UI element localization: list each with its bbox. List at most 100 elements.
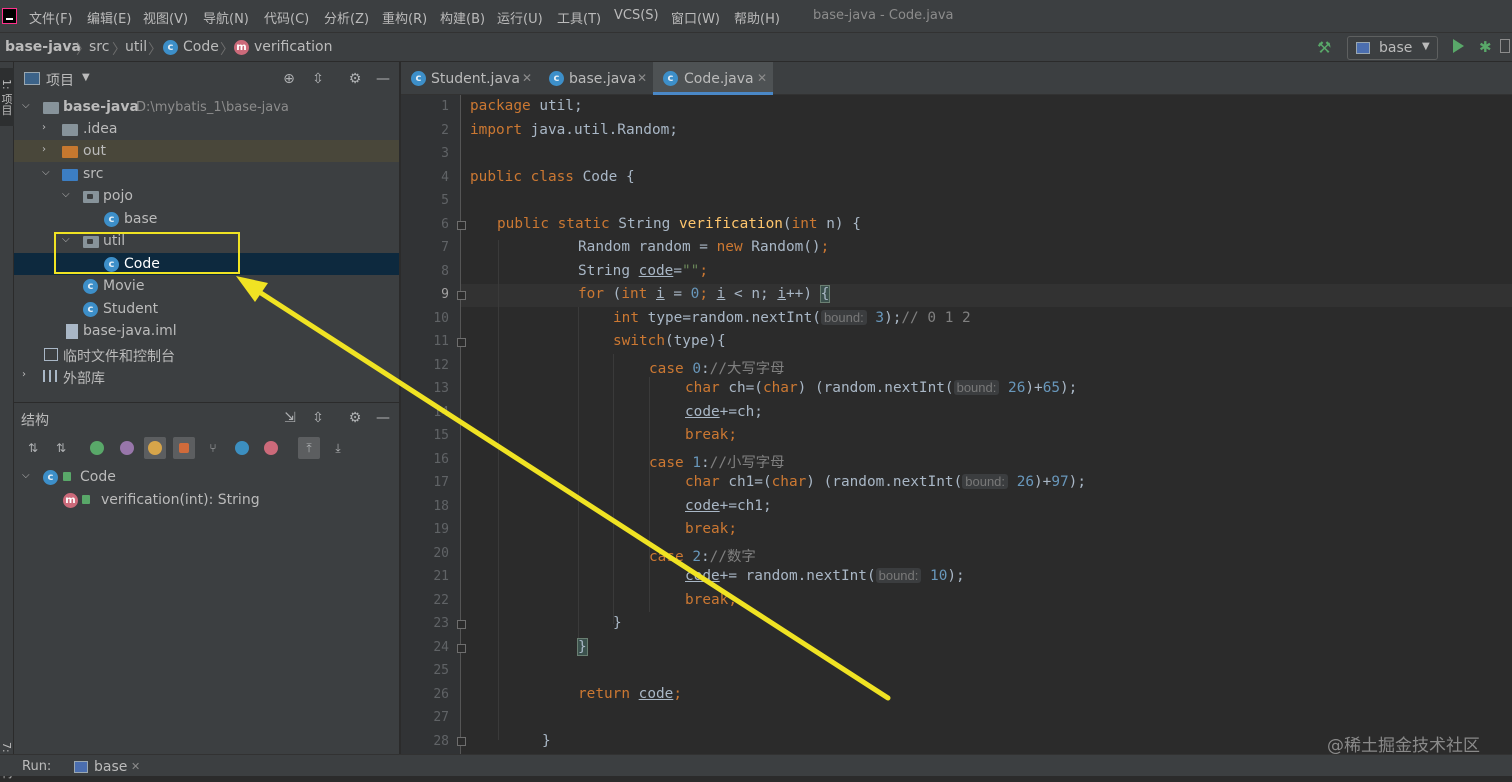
- menu-refactor[interactable]: 重构(R): [382, 8, 427, 27]
- tree-item-scratches[interactable]: 临时文件和控制台: [14, 343, 399, 365]
- menu-analyze[interactable]: 分析(Z): [324, 8, 369, 27]
- hide-panel-icon[interactable]: —: [375, 410, 391, 426]
- chevron-down-icon[interactable]: ⌵: [62, 189, 72, 200]
- indent-guide: [578, 307, 579, 647]
- fold-marker-icon[interactable]: [457, 620, 466, 629]
- run-configuration-select[interactable]: base ▼: [1347, 36, 1438, 60]
- gear-icon[interactable]: ⚙: [347, 71, 363, 87]
- code-token: public class: [470, 169, 574, 185]
- tab-code-java[interactable]: c Code.java ✕: [653, 62, 773, 95]
- code-token: code: [685, 404, 720, 420]
- breadcrumb-project[interactable]: base-java: [5, 39, 81, 55]
- autoscroll-from-source-icon[interactable]: ⤓: [327, 437, 349, 459]
- fold-marker-icon[interactable]: [457, 338, 466, 347]
- close-icon[interactable]: ✕: [637, 71, 647, 85]
- close-icon[interactable]: ✕: [757, 71, 767, 85]
- code-token: ) (random.nextInt(: [797, 380, 954, 396]
- code-token: );: [1060, 380, 1078, 396]
- code-editor[interactable]: 1 2 3 4 5 6 7 8 9 10 11 12 13 14 15 16 1…: [401, 95, 1512, 754]
- code-line-24: }: [577, 638, 588, 656]
- show-hierarchy-icon[interactable]: ⑂: [202, 437, 224, 459]
- code-token: char: [685, 380, 720, 396]
- debug-bug-icon[interactable]: ✱: [1479, 38, 1492, 56]
- tree-item-src[interactable]: ⌵ src: [14, 163, 399, 185]
- sort-by-visibility-icon[interactable]: ⇅: [22, 437, 44, 459]
- tree-item-iml[interactable]: base-java.iml: [14, 320, 399, 342]
- menu-run[interactable]: 运行(U): [497, 8, 543, 27]
- build-hammer-icon[interactable]: ⚒: [1317, 38, 1335, 57]
- fold-marker-icon[interactable]: [457, 291, 466, 300]
- fold-marker-icon[interactable]: [457, 737, 466, 746]
- structure-method-node[interactable]: m verification(int): String: [14, 489, 399, 511]
- chevron-down-icon[interactable]: ⌵: [22, 100, 32, 111]
- line-number: 11: [433, 334, 449, 349]
- run-tool-bar: Run: base ✕: [0, 754, 1512, 776]
- chevron-down-icon[interactable]: ⌵: [42, 167, 52, 178]
- run-play-icon[interactable]: [1453, 39, 1464, 53]
- project-panel-title[interactable]: 项目: [46, 70, 74, 90]
- tree-item-student[interactable]: c Student: [14, 298, 399, 320]
- code-line-23: }: [613, 615, 622, 631]
- menu-navigate[interactable]: 导航(N): [203, 8, 249, 27]
- code-line-6: public static String verification(int n)…: [497, 216, 861, 232]
- structure-class-node[interactable]: ⌵ c Code: [14, 466, 399, 488]
- tab-student-java[interactable]: c Student.java ✕: [401, 62, 539, 95]
- collapse-all-icon[interactable]: ⇳: [310, 71, 326, 87]
- show-fields-icon[interactable]: [144, 437, 166, 459]
- code-line-2: import java.util.Random;: [470, 122, 678, 138]
- breadcrumb-src[interactable]: src: [89, 39, 109, 55]
- tree-item-idea[interactable]: › .idea: [14, 118, 399, 140]
- close-icon[interactable]: ✕: [522, 71, 532, 85]
- project-tool-window-button[interactable]: 1: 项目: [0, 68, 14, 126]
- sort-alphabetically-icon[interactable]: ⇅: [50, 437, 72, 459]
- collapse-all-icon[interactable]: ⇳: [310, 410, 326, 426]
- menu-view[interactable]: 视图(V): [143, 8, 188, 27]
- tree-item-movie[interactable]: c Movie: [14, 275, 399, 297]
- breadcrumb-util[interactable]: util: [125, 39, 147, 55]
- show-properties-icon[interactable]: [116, 437, 138, 459]
- gear-icon[interactable]: ⚙: [347, 410, 363, 426]
- show-anonymous-icon[interactable]: [231, 437, 253, 459]
- show-inherited-icon[interactable]: [86, 437, 108, 459]
- line-number: 23: [433, 616, 449, 631]
- menu-code[interactable]: 代码(C): [264, 8, 309, 27]
- show-lambdas-icon[interactable]: [260, 437, 282, 459]
- code-token: 10: [930, 568, 948, 584]
- breadcrumb-class[interactable]: Code: [183, 39, 219, 55]
- chevron-right-icon[interactable]: ›: [22, 369, 32, 380]
- tree-item-pojo[interactable]: ⌵ pojo: [14, 185, 399, 207]
- code-token: 97: [1051, 474, 1069, 490]
- menu-tools[interactable]: 工具(T): [557, 8, 601, 27]
- line-number: 26: [433, 687, 449, 702]
- hide-panel-icon[interactable]: —: [375, 71, 391, 87]
- close-icon[interactable]: ✕: [131, 760, 140, 773]
- show-non-public-icon[interactable]: [173, 437, 195, 459]
- run-tab-base[interactable]: base: [94, 759, 127, 775]
- menu-build[interactable]: 构建(B): [440, 8, 485, 27]
- fold-marker-icon[interactable]: [457, 221, 466, 230]
- chevron-right-icon[interactable]: ›: [42, 144, 52, 155]
- code-token: )+: [1025, 380, 1043, 396]
- menu-file[interactable]: 文件(F): [29, 8, 73, 27]
- expand-all-icon[interactable]: ⇲: [282, 410, 298, 426]
- chevron-right-icon[interactable]: ›: [42, 122, 52, 133]
- code-line-1: package util;: [470, 98, 583, 114]
- chevron-down-icon[interactable]: ⌵: [22, 470, 32, 481]
- locate-target-icon[interactable]: ⊕: [281, 71, 297, 87]
- autoscroll-to-source-icon[interactable]: ⤒: [298, 437, 320, 459]
- tree-item-libraries[interactable]: › 外部库: [14, 365, 399, 387]
- menu-vcs[interactable]: VCS(S): [614, 8, 659, 23]
- code-token: code: [685, 568, 720, 584]
- tree-item-base-java[interactable]: ⌵ base-java D:\mybatis_1\base-java: [14, 96, 399, 118]
- menu-edit[interactable]: 编辑(E): [87, 8, 131, 27]
- more-toolbar-icon[interactable]: [1500, 39, 1510, 53]
- chevron-down-icon[interactable]: ▼: [82, 72, 90, 83]
- breadcrumb-method[interactable]: verification: [254, 39, 332, 55]
- menu-help[interactable]: 帮助(H): [734, 8, 780, 27]
- tree-item-out[interactable]: › out: [14, 140, 399, 162]
- fold-marker-icon[interactable]: [457, 644, 466, 653]
- code-token: int: [621, 286, 648, 302]
- menu-window[interactable]: 窗口(W): [671, 8, 720, 27]
- tree-item-base[interactable]: c base: [14, 208, 399, 230]
- tab-base-java[interactable]: c base.java ✕: [539, 62, 653, 95]
